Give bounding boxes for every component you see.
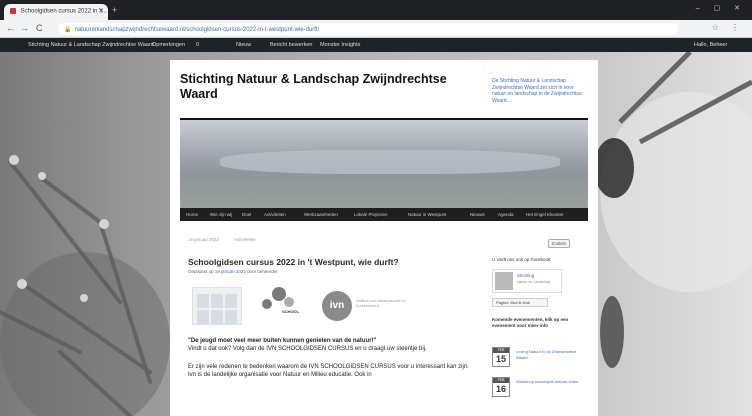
menu-item-activiteiten[interactable]: Activiteiten (264, 212, 286, 217)
menu-item-werkzaamheden[interactable]: Werkzaamheden (304, 212, 338, 217)
browser-tab[interactable]: Schoolgidsen cursus 2022 in 't... ✕ (4, 4, 108, 20)
event-item[interactable]: FEB 16 Workshop natuurgids nieuwe leden (492, 377, 588, 399)
window-controls[interactable]: – ▢ ✕ (696, 4, 746, 12)
site-description: De Stichting Natuur & Landschap Zwijndre… (492, 78, 582, 104)
wp-admin-bar: Stichting Natuur & Landschap Zwijndrecht… (0, 38, 752, 52)
menu-item-home[interactable]: Home (186, 212, 198, 217)
post-quote: "De jeugd moet veel meer buiten kunnen g… (188, 338, 377, 344)
brochure-page (211, 310, 223, 324)
back-button[interactable]: ← (6, 23, 15, 33)
brochure-image (192, 287, 242, 325)
ivn-logo-text: Instituut voor Natuureducatie en Duurzaa… (356, 299, 406, 308)
admin-insights-link[interactable]: Monster Insights (320, 42, 360, 48)
tab-title: Schoolgidsen cursus 2022 in 't... (20, 8, 107, 15)
browser-tab-bar: Schoolgidsen cursus 2022 in 't... ✕ + – … (0, 0, 752, 20)
search-button[interactable]: Zoeken (548, 239, 570, 248)
brochure-page (211, 294, 223, 308)
header-image (180, 118, 588, 208)
favicon-icon (10, 8, 16, 14)
events-heading: Komende evenementen, klik op een eveneme… (492, 317, 569, 328)
post-date-tag[interactable]: 19 januari 2022 (188, 237, 219, 242)
school-logo: SCHOOL (258, 287, 310, 325)
admin-site-link[interactable]: Stichting Natuur & Landschap Zwijndrecht… (28, 42, 154, 48)
admin-new-link[interactable]: Nieuw (236, 42, 251, 48)
menu-item-nieuws[interactable]: Nieuws (470, 212, 485, 217)
post-meta: Geplaatst op 19 januari 2022 door beheer… (188, 269, 278, 274)
ivn-logo-mark: ivn (322, 291, 352, 321)
brochure-page (225, 310, 237, 324)
new-tab-button[interactable]: + (112, 5, 117, 15)
post-logos: SCHOOL ivn Instituut voor Natuureducatie… (188, 283, 428, 327)
menu-item-natuur-in-westpunt[interactable]: Natuur in Westpunt (408, 212, 446, 217)
header-image-streak (220, 150, 560, 174)
ivn-logo: ivn Instituut voor Natuureducatie en Duu… (322, 291, 426, 323)
event-date-badge: FEB 16 (492, 377, 510, 397)
menu-item-agenda[interactable]: Agenda (498, 212, 514, 217)
main-menu: Home Wie zijn wij Doel Activiteiten Werk… (180, 208, 588, 221)
brochure-page (197, 310, 209, 324)
menu-item-klooster[interactable]: Het Engel Klooster (526, 212, 564, 217)
page-container: Stichting Natuur & Landschap Zwijndrecht… (170, 60, 598, 416)
post-paragraph-2: Er zijn vele redenen te bedenken waarom … (188, 364, 469, 378)
facebook-like-button[interactable]: Pagina Vind ik leuk (492, 298, 548, 307)
post-paragraph-1-text: Vindt u dat ook? Volg dan de IVN SCHOOLG… (188, 346, 427, 352)
post-meta-prefix: Geplaatst op (188, 269, 214, 274)
post-title[interactable]: Schoolgidsen cursus 2022 in 't Westpunt,… (188, 257, 399, 267)
facebook-widget[interactable]: Stichting Natuur en Landschap (492, 269, 562, 293)
lock-icon: 🔒 (64, 27, 72, 33)
address-bar: ← → C 🔒 natuurenlandschapzwijndrechtsewaa… (0, 20, 752, 38)
url-text: natuurenlandschapzwijndrechtsewaard.nl/s… (74, 27, 320, 33)
post-category[interactable]: Activiteiten (234, 237, 256, 242)
close-tab-icon[interactable]: ✕ (98, 7, 104, 15)
forward-button[interactable]: → (20, 23, 29, 33)
admin-comments-link[interactable]: Opmerkingen (152, 42, 185, 48)
brochure-page (225, 294, 237, 308)
school-logo-text: SCHOOL (282, 309, 300, 314)
menu-item-wie-zijn-wij[interactable]: Wie zijn wij (210, 212, 232, 217)
menu-item-lokale-projecten[interactable]: Lokale Projecten (354, 212, 388, 217)
url-field[interactable]: 🔒 natuurenlandschapzwijndrechtsewaard.nl/… (58, 23, 678, 35)
post-top-meta: 19 januari 2022 Activiteiten (188, 237, 270, 242)
logo-circle (262, 299, 272, 309)
reload-button[interactable]: C (36, 23, 43, 33)
event-title[interactable]: Lezing Natuur in de Zwijndrechtse Waard (516, 349, 586, 360)
brochure-page (197, 294, 209, 308)
facebook-heading: U vindt ons ook op Facebook: (492, 257, 552, 262)
menu-item-doel[interactable]: Doel (242, 212, 251, 217)
event-day: 15 (495, 354, 506, 364)
event-day: 16 (495, 384, 506, 394)
logo-circle (284, 297, 294, 307)
post-meta-date[interactable]: 19 januari 2022 (215, 269, 246, 274)
facebook-page-thumbnail (495, 272, 513, 290)
facebook-page-sub: Natuur en Landschap (517, 280, 551, 284)
admin-edit-link[interactable]: Bericht bewerken (270, 42, 313, 48)
event-date-badge: FEB 15 (492, 347, 510, 367)
event-title[interactable]: Workshop natuurgids nieuwe leden (516, 379, 586, 385)
event-item[interactable]: FEB 15 Lezing Natuur in de Zwijndrechtse… (492, 347, 588, 369)
post-paragraph-1: "De jeugd moet veel meer buiten kunnen g… (188, 337, 478, 353)
admin-comment-count[interactable]: 0 (196, 42, 199, 48)
post-meta-author[interactable]: door beheerder (247, 269, 278, 274)
bookmark-menu-icons[interactable]: ☆ ⋮ (712, 23, 744, 32)
facebook-page-name[interactable]: Stichting (517, 273, 534, 278)
site-title[interactable]: Stichting Natuur & Landschap Zwijndrecht… (180, 72, 480, 102)
admin-user[interactable]: Hallo, Beheer (694, 42, 727, 48)
